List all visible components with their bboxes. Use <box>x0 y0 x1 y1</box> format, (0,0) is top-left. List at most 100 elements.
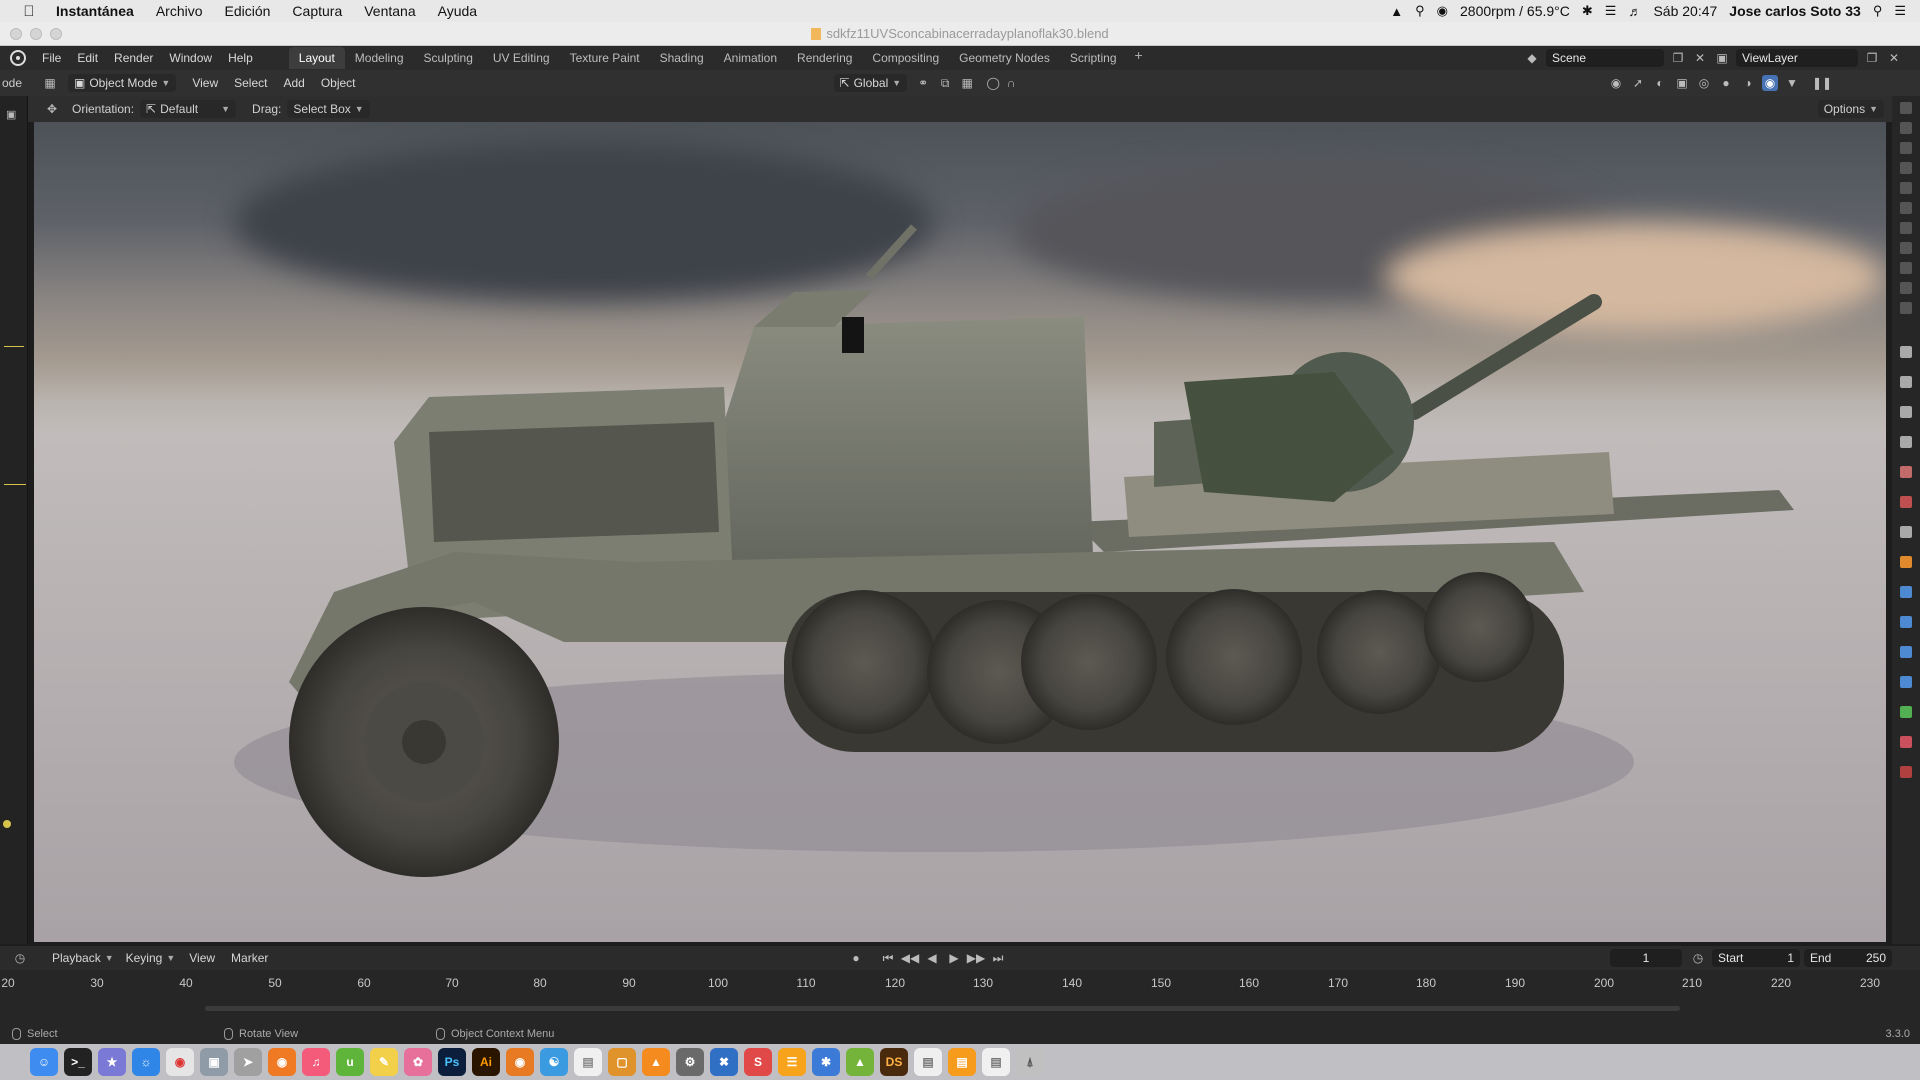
file-icon[interactable]: ▤ <box>982 1048 1010 1076</box>
menu-file[interactable]: File <box>34 51 69 65</box>
falloff-icon[interactable]: ∩ <box>1003 75 1019 91</box>
utorrent-icon[interactable]: u <box>336 1048 364 1076</box>
solid-shading-icon[interactable]: ● <box>1718 75 1734 91</box>
menu-window[interactable]: Window <box>161 51 220 65</box>
3d-viewport[interactable] <box>34 122 1886 942</box>
pause-render-icon[interactable]: ❚❚ <box>1812 75 1832 91</box>
proportional-edit-icon[interactable]: ◯ <box>985 75 1001 91</box>
blender-logo-icon[interactable] <box>10 50 26 66</box>
render-visibility-icon[interactable] <box>1900 102 1912 114</box>
timeline-editor-icon[interactable]: ◷ <box>12 950 28 966</box>
document-icon[interactable]: ▤ <box>574 1048 602 1076</box>
wireframe-shading-icon[interactable]: ◎ <box>1696 75 1712 91</box>
safari-icon[interactable]: ☼ <box>132 1048 160 1076</box>
options-dropdown[interactable]: Options ▼ <box>1817 100 1884 118</box>
xcode-icon[interactable]: ✖ <box>710 1048 738 1076</box>
xray-icon[interactable]: ▣ <box>1674 75 1690 91</box>
minimize-window-button[interactable] <box>30 28 42 40</box>
trash-icon[interactable]: ⍋ <box>1016 1048 1044 1076</box>
current-frame-field[interactable]: 1 <box>1610 949 1682 967</box>
file-icon[interactable]: ▤ <box>914 1048 942 1076</box>
menu-help[interactable]: Help <box>220 51 261 65</box>
scene-icon[interactable]: ◆ <box>1524 50 1540 66</box>
object-tab-icon[interactable] <box>1900 556 1912 568</box>
fan-status[interactable]: 2800rpm / 65.9°C <box>1460 3 1570 19</box>
close-window-button[interactable] <box>10 28 22 40</box>
record-icon[interactable]: ● <box>848 950 864 966</box>
gizmo-icon[interactable]: ➚ <box>1630 75 1646 91</box>
vlc-icon[interactable]: ▲ <box>642 1048 670 1076</box>
ds-icon[interactable]: DS <box>880 1048 908 1076</box>
editor-type-icon[interactable]: ▦ <box>42 75 58 91</box>
firefox-icon[interactable]: ◉ <box>268 1048 296 1076</box>
start-frame-field[interactable]: Start 1 <box>1712 949 1800 967</box>
wifi-icon[interactable]: ☰ <box>1605 3 1617 19</box>
marker-menu[interactable]: Marker <box>223 951 276 965</box>
tab-rendering[interactable]: Rendering <box>787 47 862 69</box>
rendered-shading-icon[interactable]: ◉ <box>1762 75 1778 91</box>
menu-archivo[interactable]: Archivo <box>156 3 203 19</box>
globe-icon[interactable]: ☯ <box>540 1048 568 1076</box>
volume-icon[interactable]: ♬ <box>1628 4 1641 19</box>
snap-icon[interactable]: ⧉ <box>937 75 953 91</box>
prev-keyframe-icon[interactable]: ◀◀ <box>901 950 919 966</box>
tab-scripting[interactable]: Scripting <box>1060 47 1127 69</box>
new-scene-icon[interactable]: ❐ <box>1670 50 1686 66</box>
tab-compositing[interactable]: Compositing <box>862 47 949 69</box>
photoshop-icon[interactable]: Ps <box>438 1048 466 1076</box>
tab-uv-editing[interactable]: UV Editing <box>483 47 560 69</box>
snap-target-icon[interactable]: ▦ <box>959 75 975 91</box>
rocket-icon[interactable]: ➤ <box>234 1048 262 1076</box>
photos-icon[interactable]: ✿ <box>404 1048 432 1076</box>
menu-select[interactable]: Select <box>226 76 275 90</box>
render-visibility-icon[interactable] <box>1900 122 1912 134</box>
render-visibility-icon[interactable] <box>1900 222 1912 234</box>
stopwatch-icon[interactable]: ◷ <box>1690 950 1706 966</box>
orientation-dropdown[interactable]: ⇱ Default ▼ <box>140 100 237 118</box>
view-layer-icon[interactable]: ▣ <box>1714 50 1730 66</box>
delete-scene-icon[interactable]: ✕ <box>1692 50 1708 66</box>
apple-icon[interactable]:  <box>18 3 40 20</box>
render-visibility-icon[interactable] <box>1900 282 1912 294</box>
menu-render[interactable]: Render <box>106 51 161 65</box>
view-layer-field[interactable]: ViewLayer <box>1736 49 1858 67</box>
tab-animation[interactable]: Animation <box>714 47 787 69</box>
tab-modeling[interactable]: Modeling <box>345 47 414 69</box>
tab-texture-paint[interactable]: Texture Paint <box>560 47 650 69</box>
new-view-layer-icon[interactable]: ❐ <box>1864 50 1880 66</box>
modifier-tab-icon[interactable] <box>1900 586 1912 598</box>
render-tab-icon[interactable] <box>1900 376 1912 388</box>
timeline-scrollbar[interactable] <box>205 1006 1680 1011</box>
overlay-icon[interactable]: ◐ <box>1652 75 1668 91</box>
scene-field[interactable]: Scene <box>1546 49 1664 67</box>
delete-view-layer-icon[interactable]: ✕ <box>1886 50 1902 66</box>
render-visibility-icon[interactable] <box>1900 182 1912 194</box>
finder-icon[interactable]: ☺ <box>30 1048 58 1076</box>
play-reverse-icon[interactable]: ◀ <box>924 950 940 966</box>
world-tab-icon[interactable] <box>1900 496 1912 508</box>
pivot-icon[interactable]: ⚭ <box>915 75 931 91</box>
render-visibility-icon[interactable] <box>1900 242 1912 254</box>
zoom-window-button[interactable] <box>50 28 62 40</box>
material-tab-icon[interactable] <box>1900 736 1912 748</box>
timeline-ruler[interactable]: 20 30 40 50 60 70 80 90 100 110 120 130 … <box>0 970 1920 1024</box>
mode-dropdown[interactable]: ▣ Object Mode ▼ <box>68 74 177 92</box>
jump-end-icon[interactable]: ⏭ <box>990 950 1006 966</box>
settings-icon[interactable]: ⚙ <box>676 1048 704 1076</box>
menu-add[interactable]: Add <box>275 76 312 90</box>
spotlight-search-icon[interactable]: ⚲ <box>1873 3 1883 19</box>
end-frame-field[interactable]: End 250 <box>1804 949 1892 967</box>
books-icon[interactable]: ☰ <box>778 1048 806 1076</box>
render-visibility-icon[interactable] <box>1900 142 1912 154</box>
collection-tab-icon[interactable] <box>1900 526 1912 538</box>
transform-orientation-dropdown[interactable]: ⇱ Global ▼ <box>833 74 908 92</box>
tab-geometry-nodes[interactable]: Geometry Nodes <box>949 47 1060 69</box>
select-tool-icon[interactable]: ▣ <box>6 108 16 121</box>
drag-dropdown[interactable]: Select Box ▼ <box>287 100 370 118</box>
timeline-view-menu[interactable]: View <box>181 951 223 965</box>
control-center-icon[interactable]: ☰ <box>1894 3 1906 19</box>
tab-sculpting[interactable]: Sculpting <box>414 47 483 69</box>
render-visibility-icon[interactable] <box>1900 262 1912 274</box>
scene-tab-icon[interactable] <box>1900 466 1912 478</box>
play-icon[interactable]: ▶ <box>946 950 962 966</box>
